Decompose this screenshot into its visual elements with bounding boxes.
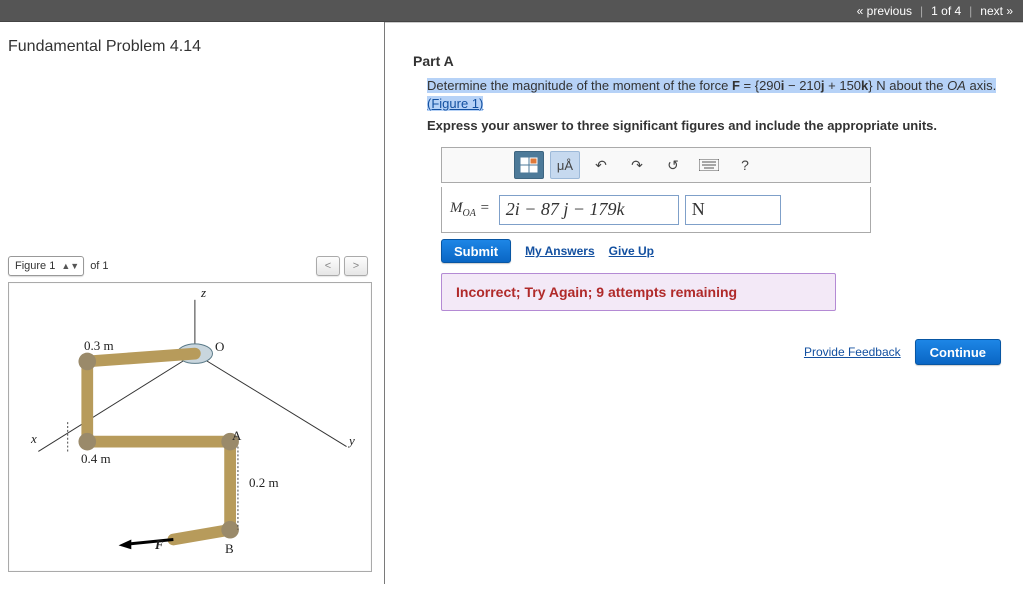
left-column: Fundamental Problem 4.14 Figure 1 ▲▼ of … (0, 22, 385, 584)
footer-row: Provide Feedback Continue (413, 339, 1005, 365)
right-column: Part A Determine the magnitude of the mo… (385, 22, 1023, 584)
prompt-text: = {290 (740, 78, 781, 93)
answer-instruction: Express your answer to three significant… (413, 118, 1005, 133)
problem-title: Fundamental Problem 4.14 (8, 38, 372, 56)
answer-lhs-sub: OA (463, 208, 476, 219)
figure-1-link[interactable]: (Figure 1) (427, 96, 483, 111)
force-F-label: F (155, 537, 164, 553)
point-A-label: A (232, 428, 241, 444)
figure-panel: z x y O A B F 0.3 m 0.4 m 0.2 m (8, 282, 372, 572)
answer-lhs-eq: = (476, 200, 490, 216)
dim-0_4m: 0.4 m (81, 451, 111, 467)
answer-button-row: Submit My Answers Give Up (441, 239, 871, 263)
answer-lhs: MOA = (450, 200, 490, 219)
dim-0_3m: 0.3 m (84, 338, 114, 354)
submit-button[interactable]: Submit (441, 239, 511, 263)
part-a-heading: Part A (413, 53, 1005, 69)
prompt-text: Determine the magnitude of the moment of… (427, 78, 732, 93)
prompt-text: − 210 (784, 78, 821, 93)
next-link[interactable]: next » (980, 4, 1013, 18)
nav-counter: 1 of 4 (931, 4, 961, 18)
answer-value-input[interactable]: 2i − 87 j − 179k (499, 195, 679, 225)
nav-sep: | (920, 4, 923, 18)
my-answers-link[interactable]: My Answers (525, 244, 595, 258)
axis-z-label: z (201, 285, 206, 301)
figure-selector-row: Figure 1 ▲▼ of 1 < > (8, 256, 372, 276)
undo-button[interactable]: ↶ (586, 151, 616, 179)
prompt-text: + 150 (825, 78, 862, 93)
point-B-label: B (225, 541, 234, 557)
answer-unit-input[interactable]: N (685, 195, 781, 225)
figure-next-button[interactable]: > (344, 256, 368, 276)
prompt-vec-F: F (732, 78, 740, 93)
redo-button[interactable]: ↷ (622, 151, 652, 179)
axis-y-label: y (349, 433, 355, 449)
units-button[interactable]: μÅ (550, 151, 580, 179)
point-O-label: O (215, 339, 224, 355)
provide-feedback-link[interactable]: Provide Feedback (804, 345, 901, 359)
dim-0_2m: 0.2 m (249, 475, 279, 491)
unit-j: j (821, 78, 825, 93)
figure-dropdown[interactable]: Figure 1 ▲▼ (8, 256, 84, 276)
figure-of-label: of 1 (90, 260, 108, 272)
keyboard-button[interactable] (694, 151, 724, 179)
help-button[interactable]: ? (730, 151, 760, 179)
prev-link[interactable]: « previous (857, 4, 912, 18)
prompt-text: axis. (966, 78, 996, 93)
part-a-prompt: Determine the magnitude of the moment of… (413, 77, 1005, 112)
feedback-message: Incorrect; Try Again; 9 attempts remaini… (441, 273, 836, 311)
answer-row: MOA = 2i − 87 j − 179k N (441, 187, 871, 233)
reset-button[interactable]: ↺ (658, 151, 688, 179)
answer-lhs-M: M (450, 200, 463, 216)
figure-dropdown-label: Figure 1 (15, 260, 55, 272)
axis-OA: OA (947, 78, 966, 93)
figure-prev-button[interactable]: < (316, 256, 340, 276)
template-picker-button[interactable] (514, 151, 544, 179)
nav-sep: | (969, 4, 972, 18)
give-up-link[interactable]: Give Up (609, 244, 654, 258)
top-nav-bar: « previous | 1 of 4 | next » (0, 0, 1023, 22)
continue-button[interactable]: Continue (915, 339, 1001, 365)
figure-diagram (9, 283, 371, 571)
dropdown-caret-icon: ▲▼ (61, 261, 79, 271)
prompt-text: } N about the (868, 78, 947, 93)
axis-x-label: x (31, 431, 37, 447)
equation-toolbar: μÅ ↶ ↷ ↺ ? (441, 147, 871, 183)
